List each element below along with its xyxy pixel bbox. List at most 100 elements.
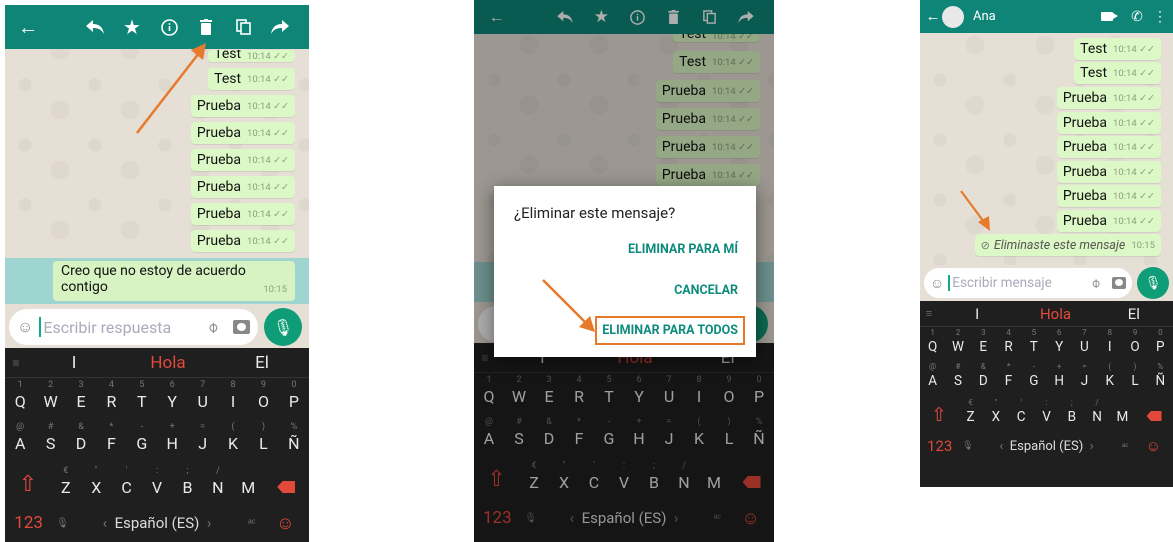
message-input[interactable]: ☺ Escribir respuesta ⌀ [9,309,258,345]
copy-icon[interactable] [225,19,262,35]
suggestion-2[interactable]: Hola [1016,305,1094,323]
key-f[interactable]: * F [996,362,1021,395]
key-p[interactable]: 0P [279,380,309,420]
key-c[interactable]: ' C [1009,398,1034,431]
suggestion-2[interactable]: Hola [121,353,215,373]
list-item[interactable]: Test 10:14 ✓✓ [208,68,295,90]
key-t[interactable]: 5T [127,380,157,420]
attach-icon[interactable]: ⌀ [203,317,222,336]
message-input[interactable]: ☺ Escribir mensaje ⌀ [924,268,1132,298]
suggestion-1[interactable]: I [27,353,121,373]
key-d[interactable]: & D [66,422,96,462]
deleted-message-notice[interactable]: ⊘ Eliminaste este mensaje 10:15 [974,234,1161,256]
backspace-icon[interactable] [263,478,309,506]
list-item[interactable]: Test 10:14 ✓✓ [1074,38,1161,60]
key-l[interactable]: ) L [248,422,278,462]
phone-icon[interactable]: ✆ [1121,10,1153,24]
delete-for-everyone-button[interactable]: ELIMINAR PARA TODOS [595,316,745,345]
key-n[interactable]: / N [1084,398,1109,431]
numbers-key[interactable]: 123 [920,437,959,455]
suggestion-1[interactable]: I [938,305,1016,323]
key-f[interactable]: * F [96,422,126,462]
key-s[interactable]: # S [945,362,970,395]
key-x[interactable]: " X [983,398,1008,431]
contact-name[interactable]: Ana [973,9,996,24]
list-item[interactable]: Prueba 10:14 ✓✓ [1056,210,1161,232]
back-arrow-icon[interactable]: ← [926,9,941,24]
microphone-button[interactable]: 🎙 [1137,267,1169,299]
key-e[interactable]: 3E [971,328,996,361]
delete-icon[interactable] [188,19,225,35]
key-s[interactable]: # S [35,422,65,462]
menu-icon[interactable]: ≡ [920,307,938,320]
key-m[interactable]: M [1110,409,1135,431]
key-enye[interactable]: % Ñ [279,422,309,462]
camera-icon[interactable] [1112,277,1126,289]
key-w[interactable]: 2W [945,328,970,361]
key-v[interactable]: :V [1034,398,1059,431]
video-call-icon[interactable] [1101,12,1118,21]
selected-row[interactable]: Creo que no estoy de acuerdo contigo 10:… [5,258,309,304]
reply-icon[interactable] [76,20,113,34]
attach-icon[interactable]: ⌀ [1088,275,1104,291]
key-y[interactable]: 6Y [157,380,187,420]
menu-icon[interactable]: ≡ [5,356,27,370]
key-g[interactable]: -G [1021,362,1046,395]
list-item[interactable]: Prueba 10:14 ✓✓ [190,176,295,198]
space-key[interactable]: ‹ Español (ES) › [73,514,242,532]
numbers-key[interactable]: 123 [5,513,52,533]
key-l[interactable]: ) L [1122,362,1147,395]
list-item[interactable]: Prueba 10:14 ✓✓ [1056,185,1161,207]
emoji-icon[interactable]: ☺ [930,275,944,292]
forward-icon[interactable] [262,20,299,34]
list-item[interactable]: Prueba 10:14 ✓✓ [190,149,295,171]
list-item[interactable]: Prueba 10:14 ✓✓ [1056,161,1161,183]
key-x[interactable]: " X [81,466,111,506]
key-p[interactable]: 0P [1148,328,1173,361]
list-item[interactable]: Prueba 10:14 ✓✓ [190,230,295,252]
space-key[interactable]: ‹ Español (ES) › [976,439,1117,454]
key-e[interactable]: 3E [66,380,96,420]
key-z[interactable]: € Z [958,398,983,431]
key-enye[interactable]: % Ñ [1148,362,1173,395]
suggestion-3[interactable]: El [215,353,309,373]
shift-icon[interactable]: ⇧ [5,472,51,506]
key-i[interactable]: 8I [218,380,248,420]
star-icon[interactable]: ★ [113,17,150,37]
key-d[interactable]: & D [971,362,996,395]
key-w[interactable]: 2W [35,380,65,420]
key-a[interactable]: @ A [920,362,945,395]
key-a[interactable]: @ A [5,422,35,462]
key-v[interactable]: :V [142,466,172,506]
key-u[interactable]: 7U [1072,328,1097,361]
key-t[interactable]: 5T [1021,328,1046,361]
accent-key[interactable]: ᵃᶜ [1117,441,1134,452]
key-h[interactable]: + H [157,422,187,462]
more-options-icon[interactable]: ⋮ [1153,10,1167,24]
back-arrow-icon[interactable]: ← [15,17,41,37]
cancel-button[interactable]: CANCELAR [674,283,738,298]
key-j[interactable]: = J [1072,362,1097,395]
list-item[interactable]: Prueba 10:14 ✓✓ [1056,87,1161,109]
shift-icon[interactable]: ⇧ [920,403,958,431]
key-y[interactable]: 6Y [1046,328,1071,361]
info-icon[interactable] [151,18,188,36]
delete-for-me-button[interactable]: ELIMINAR PARA MÍ [628,242,738,257]
list-item[interactable]: Prueba 10:14 ✓✓ [190,203,295,225]
key-z[interactable]: € Z [51,466,81,506]
list-item[interactable]: Prueba 10:14 ✓✓ [1056,136,1161,158]
key-r[interactable]: 4R [996,328,1021,361]
key-k[interactable]: (K [1097,362,1122,395]
key-m[interactable]: M [233,478,263,506]
key-b[interactable]: ; B [172,466,202,506]
key-o[interactable]: 9O [1122,328,1147,361]
selected-message[interactable]: Creo que no estoy de acuerdo contigo 10:… [53,261,295,301]
key-n[interactable]: / N [203,466,233,506]
suggestion-3[interactable]: El [1095,305,1173,323]
backspace-icon[interactable] [1135,409,1173,431]
microphone-button[interactable]: 🎙 [264,308,302,346]
key-o[interactable]: 9O [248,380,278,420]
emoji-icon[interactable]: ☺ [17,317,33,337]
key-g[interactable]: -G [127,422,157,462]
key-b[interactable]: ; B [1059,398,1084,431]
